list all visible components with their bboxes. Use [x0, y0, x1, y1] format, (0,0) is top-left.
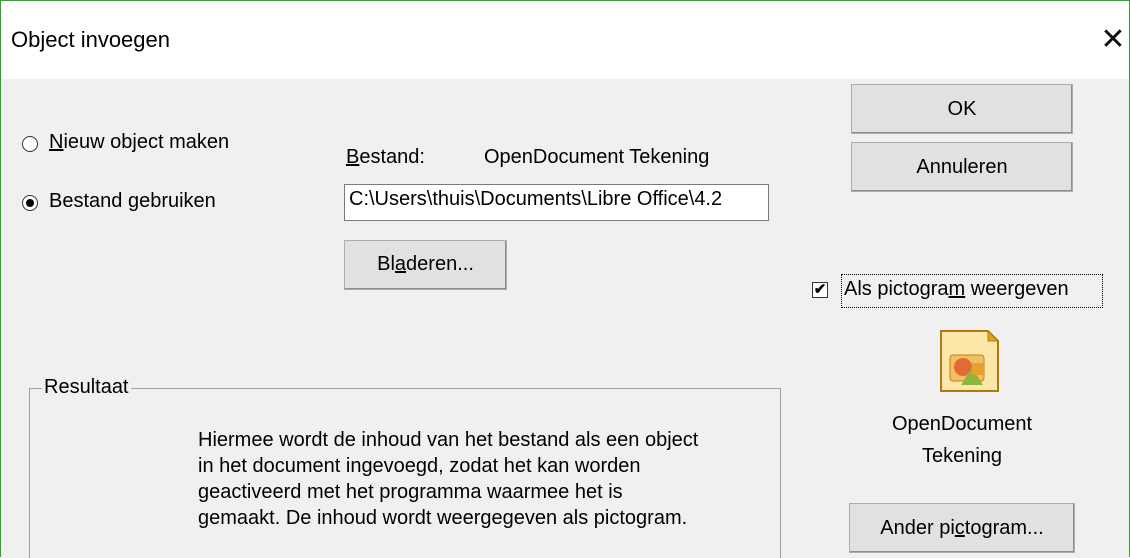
result-line: Hiermee wordt de inhoud van het bestand … — [198, 429, 699, 451]
result-description: Hiermee wordt de inhoud van het bestand … — [198, 427, 698, 531]
result-legend: Resultaat — [42, 376, 131, 399]
result-line: gemaakt. De inhoud wordt weergegeven als… — [198, 507, 688, 529]
cancel-button[interactable]: Annuleren — [851, 142, 1073, 192]
dialog-title: Object invoegen — [11, 27, 170, 52]
icon-caption-line2: Tekening — [921, 445, 1003, 467]
radio-from-file[interactable] — [22, 195, 38, 211]
file-path-input[interactable]: C:\Users\thuis\Documents\Libre Office\4.… — [344, 184, 769, 221]
radio-from-file-label[interactable]: Bestand gebruiken — [49, 190, 216, 213]
ok-button[interactable]: OK — [851, 84, 1073, 134]
radio-new-object-label[interactable]: Nieuw object maken — [49, 131, 229, 154]
display-as-icon-label[interactable]: Als pictogram weergeven — [844, 278, 1069, 301]
file-label: Bestand: — [346, 146, 425, 168]
icon-caption: OpenDocument Tekening — [851, 408, 1073, 472]
title-bar: Object invoegen ✕ — [1, 1, 1129, 79]
result-line: geactiveerd met het programma waarmee he… — [198, 481, 623, 503]
change-icon-button[interactable]: Ander pictogram... — [849, 503, 1075, 553]
result-line: in het document ingevoegd, zodat het kan… — [198, 455, 641, 477]
display-as-icon-checkbox[interactable]: ✔ — [812, 282, 828, 298]
icon-caption-line1: OpenDocument — [891, 413, 1033, 435]
opendocument-drawing-icon — [940, 329, 1000, 392]
browse-button[interactable]: Bladeren... — [344, 240, 507, 290]
insert-object-dialog: Object invoegen ✕ Nieuw object maken Bes… — [0, 0, 1130, 558]
close-icon[interactable]: ✕ — [1093, 21, 1130, 61]
radio-new-object[interactable] — [22, 136, 38, 152]
file-type-name: OpenDocument Tekening — [484, 146, 710, 168]
radio-selected-dot — [26, 199, 34, 207]
